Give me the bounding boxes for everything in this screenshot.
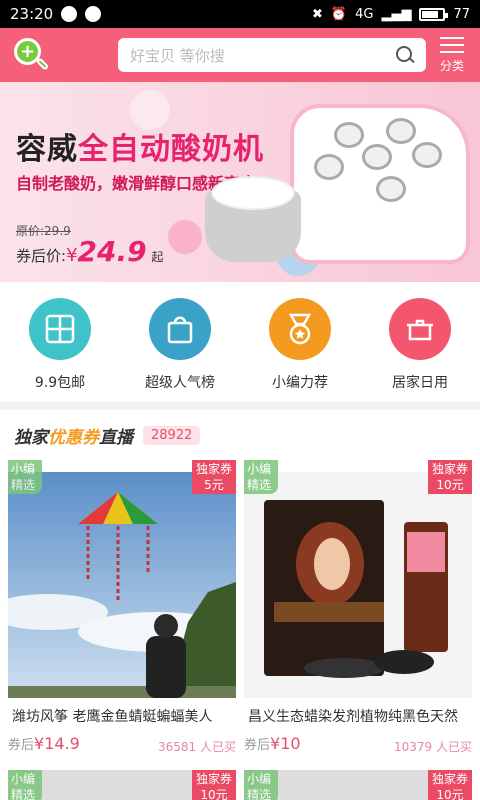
product-grid: 小编精选 独家券 5元 潍坊风筝 老鹰金鱼蜻蜓蝙蝠美人 券后¥14.9 36581… xyxy=(0,460,480,800)
product-name: 昌义生态蜡染发剂植物纯黑色天然 xyxy=(248,709,458,725)
banner-price: 券后价:¥24.9 起 xyxy=(16,235,164,268)
editor-pick-tag: 小编精选 xyxy=(244,460,278,494)
coupon-tag: 独家券 5元 xyxy=(192,460,236,494)
editor-pick-tag: 小编精选 xyxy=(8,770,42,800)
medal-icon xyxy=(269,298,331,360)
battery-level: 77 xyxy=(453,6,470,22)
category-item-household[interactable]: 居家日用 xyxy=(360,282,480,402)
search-input[interactable]: 好宝贝 等你搜 xyxy=(118,38,426,72)
yogurt-bowl-image xyxy=(205,176,301,262)
message-icon xyxy=(85,6,102,22)
search-placeholder: 好宝贝 等你搜 xyxy=(130,46,225,65)
signal-icon: ▂▄▆ xyxy=(381,6,412,22)
search-icon[interactable] xyxy=(396,46,414,64)
product-price: 券后¥10 xyxy=(244,734,301,753)
category-label: 分类 xyxy=(440,58,465,73)
product-card-partial[interactable]: 小编精选 独家券 10元 xyxy=(8,770,236,800)
network-label: 4G xyxy=(355,6,374,22)
banner-title: 容威全自动酸奶机 xyxy=(16,132,264,167)
editor-pick-tag: 小编精选 xyxy=(244,770,278,800)
product-image-kite xyxy=(8,472,236,698)
zoom-in-icon[interactable]: + xyxy=(14,38,50,72)
coupon-tag: 独家券 10元 xyxy=(428,460,472,494)
pot-icon xyxy=(389,298,451,360)
coupon-count-badge: 28922 xyxy=(143,425,201,445)
time: 23:20 xyxy=(10,5,54,23)
menu-icon xyxy=(440,36,464,53)
mute-icon: ✖ xyxy=(312,6,323,22)
sync-icon xyxy=(61,6,78,22)
product-card-partial[interactable]: 小编精选 独家券 10元 xyxy=(244,770,472,800)
category-button[interactable]: 分类 xyxy=(440,36,465,74)
promo-banner[interactable]: 容威全自动酸奶机 自制老酸奶，嫩滑鲜醇口感新高度 原价:29.9 券后价:¥24… xyxy=(0,82,480,282)
category-item-editor-pick[interactable]: 小编力荐 xyxy=(240,282,360,402)
product-sold-count: 36581 人已买 xyxy=(157,740,236,754)
category-item-9-9[interactable]: 9.9包邮 xyxy=(0,282,120,402)
category-row: 9.9包邮 超级人气榜 小编力荐 居家日用 xyxy=(0,282,480,402)
product-name: 潍坊风筝 老鹰金鱼蜻蜓蝙蝠美人 xyxy=(12,709,213,725)
status-bar: 23:20 ✖ ⏰ 4G ▂▄▆ 77 xyxy=(0,0,480,28)
top-bar: + 好宝贝 等你搜 分类 xyxy=(0,28,480,82)
bubble-decoration xyxy=(168,220,202,254)
product-price: 券后¥14.9 xyxy=(8,734,80,753)
product-sold-count: 10379 人已买 xyxy=(393,740,472,754)
yogurt-maker-image xyxy=(290,104,470,264)
coupon-tag: 独家券 10元 xyxy=(428,770,472,800)
alarm-icon: ⏰ xyxy=(330,6,348,22)
shopping-bag-icon xyxy=(149,298,211,360)
coupon-tag: 独家券 10元 xyxy=(192,770,236,800)
editor-pick-tag: 小编精选 xyxy=(8,460,42,494)
section-header: 独家 优惠券 直播 28922 xyxy=(0,410,480,460)
battery-icon xyxy=(419,7,449,21)
category-item-popular[interactable]: 超级人气榜 xyxy=(120,282,240,402)
gift-box-icon xyxy=(29,298,91,360)
product-image-hair-dye xyxy=(244,472,472,698)
